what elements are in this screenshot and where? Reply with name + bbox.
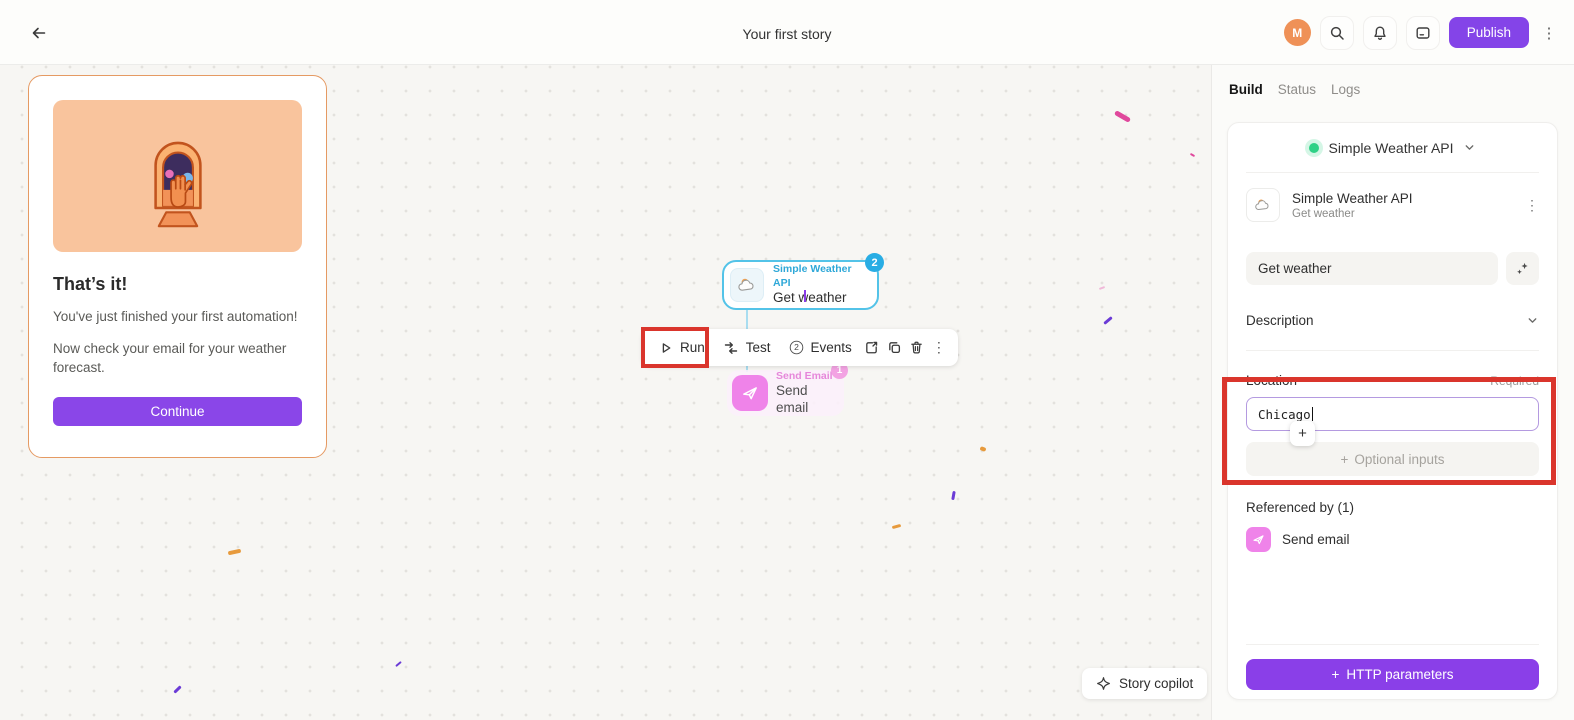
test-button[interactable]: Test <box>714 329 780 366</box>
confetti-piece <box>1189 152 1196 158</box>
action-name-row: Get weather <box>1246 252 1539 285</box>
copy-button[interactable] <box>883 329 905 366</box>
run-button[interactable]: Run <box>650 329 714 366</box>
node-action-name: Get weather <box>773 289 847 305</box>
description-section[interactable]: Description <box>1246 313 1539 328</box>
http-parameters-button[interactable]: + HTTP parameters <box>1246 659 1539 690</box>
status-green-dot <box>1309 142 1320 153</box>
location-input-wrap: Chicago + <box>1246 388 1539 446</box>
bell-icon <box>1372 25 1388 41</box>
test-route-icon <box>723 340 739 356</box>
publish-button[interactable]: Publish <box>1448 17 1529 48</box>
weather-app-icon <box>1246 188 1280 222</box>
agent-subtitle: Get weather <box>1292 207 1355 220</box>
event-count-badge: 2 <box>865 253 884 272</box>
node-labels: Send Email Send email <box>776 370 834 417</box>
node-toolbar: Run Test 2 Events ⋮ <box>642 329 958 366</box>
confetti-piece <box>395 660 402 668</box>
send-to-story-button[interactable] <box>861 329 883 366</box>
story-selector-label: Simple Weather API <box>1328 139 1454 156</box>
feedback-button[interactable] <box>1405 15 1440 50</box>
node-send-email[interactable]: Send Email Send email 1 <box>727 362 848 417</box>
panel-tabs: Build Status Logs <box>1229 82 1360 97</box>
continue-button[interactable]: Continue <box>53 396 302 426</box>
panel-spacer <box>1246 552 1539 644</box>
completion-text-2: Now check your email for your weather fo… <box>53 340 287 375</box>
referenced-by-label: Referenced by (1) <box>1246 500 1355 515</box>
search-icon <box>1329 25 1345 41</box>
header-actions: M Publish ⋮ <box>1283 0 1560 65</box>
divider <box>1246 644 1539 645</box>
notifications-button[interactable] <box>1362 15 1397 50</box>
events-count-icon: 2 <box>789 340 803 355</box>
tab-build[interactable]: Build <box>1229 82 1263 97</box>
optional-inputs-button[interactable]: + Optional inputs <box>1246 442 1539 476</box>
app: Your first story M Publish ⋮ That’s it! … <box>0 0 1574 720</box>
location-header: Location Required <box>1246 373 1539 388</box>
canvas[interactable]: That’s it! You've just finished your fir… <box>0 65 1211 720</box>
agent-kebab-menu[interactable]: ⋮ <box>1525 197 1539 214</box>
copy-icon <box>887 340 902 355</box>
story-selector[interactable]: Simple Weather API <box>1246 123 1539 173</box>
header-kebab-menu[interactable]: ⋮ <box>1538 16 1560 50</box>
node-labels: Simple Weather API Get weather <box>773 263 867 306</box>
divider <box>1246 350 1539 351</box>
play-icon <box>659 341 673 355</box>
export-icon <box>864 340 879 355</box>
chevron-down-icon <box>1526 314 1539 327</box>
chevron-down-icon <box>1463 141 1476 154</box>
agent-labels: Simple Weather API Get weather <box>1292 191 1413 220</box>
weather-app-icon <box>730 268 764 302</box>
referenced-item-label: Send email <box>1282 532 1350 547</box>
avatar[interactable]: M <box>1283 19 1311 46</box>
confetti-piece <box>951 490 956 501</box>
feedback-icon <box>1415 25 1431 41</box>
trash-icon <box>909 340 924 355</box>
node-kebab-menu[interactable]: ⋮ <box>928 329 950 366</box>
text-caret <box>1311 407 1314 421</box>
completion-title: That’s it! <box>53 274 128 294</box>
node-action-name: Send email <box>776 382 809 415</box>
events-button[interactable]: 2 Events <box>780 329 861 366</box>
send-email-app-icon <box>732 375 768 411</box>
confetti-piece <box>891 523 902 530</box>
story-copilot-button[interactable]: Story copilot <box>1082 668 1208 699</box>
confetti-piece <box>173 685 182 694</box>
ai-rename-button[interactable] <box>1506 252 1539 285</box>
properties-panel: Build Status Logs Simple Weather API Sim… <box>1211 65 1574 720</box>
confetti-piece <box>1113 110 1132 123</box>
text-cursor <box>804 289 806 302</box>
completion-illustration <box>53 100 302 252</box>
node-app-name: Simple Weather API <box>773 263 852 289</box>
waving-hand-doorway-icon <box>130 122 226 230</box>
top-bar: Your first story M Publish ⋮ <box>0 0 1574 65</box>
description-label: Description <box>1246 313 1314 328</box>
completion-card: That’s it! You've just finished your fir… <box>28 75 327 458</box>
sparkle-star-icon <box>1096 676 1111 691</box>
action-config-card: Simple Weather API Simple Weather API Ge… <box>1227 122 1558 700</box>
agent-title: Simple Weather API <box>1292 190 1413 206</box>
send-email-app-icon <box>1246 527 1271 552</box>
tab-logs[interactable]: Logs <box>1331 82 1360 97</box>
delete-button[interactable] <box>905 329 927 366</box>
node-get-weather[interactable]: Simple Weather API Get weather 2 <box>722 253 884 310</box>
agent-summary-row[interactable]: Simple Weather API Get weather ⋮ <box>1246 173 1539 236</box>
plus-icon: + <box>1340 451 1349 467</box>
action-name-input[interactable]: Get weather <box>1246 252 1498 285</box>
required-badge: Required <box>1490 373 1539 388</box>
confetti-piece <box>1103 316 1113 325</box>
location-label: Location <box>1246 373 1298 388</box>
completion-text-1: You've just finished your first automati… <box>53 309 298 324</box>
plus-icon: + <box>1331 667 1340 682</box>
confetti-piece <box>1098 286 1106 290</box>
tab-status[interactable]: Status <box>1278 82 1316 97</box>
confetti-piece <box>979 446 987 452</box>
confetti-piece <box>227 548 242 556</box>
search-button[interactable] <box>1319 15 1354 50</box>
referenced-item-send-email[interactable]: Send email <box>1246 527 1539 552</box>
insert-plus-chip[interactable]: + <box>1290 421 1315 446</box>
node-app-name: Send Email <box>776 369 833 382</box>
sparkles-icon <box>1515 261 1530 276</box>
